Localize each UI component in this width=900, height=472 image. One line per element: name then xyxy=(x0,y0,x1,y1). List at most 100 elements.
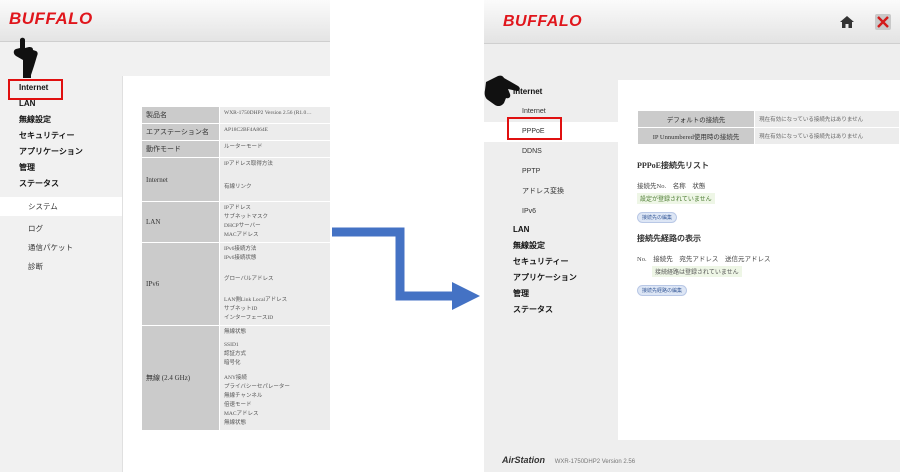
table-row: IPv6 IPv6接続方法 IPv6接続状態 グローバルアドレス LAN側Lin… xyxy=(141,242,330,326)
col-state: 状態 xyxy=(692,183,706,190)
right-screenshot: BUFFALO Internet Internet PPPoE DDNS PPT… xyxy=(484,0,900,472)
sidebar-item-lan[interactable]: LAN xyxy=(484,222,620,238)
pppoe-list-empty: 設定が登録されていません xyxy=(637,193,715,204)
route-header: No. 接続先 宛先アドレス 送信元アドレス xyxy=(637,253,775,263)
product-name-key: 製品名 xyxy=(141,106,220,124)
col-name: 名称 xyxy=(672,183,686,190)
ipv6-state: IPv6接続状態 xyxy=(224,255,257,261)
internet-key: Internet xyxy=(141,157,220,202)
table-row: IP Unnumbered使用時の接続先 現在有効になっている接続先はありません xyxy=(636,127,900,145)
left-screenshot: BUFFALO Internet LAN 無線設定 セキュリティー アプリケーシ… xyxy=(0,0,330,472)
footer-model: WXR-1750DHP2 Version 2.56 xyxy=(554,459,636,465)
default-connection-table: デフォルトの接続先 現在有効になっている接続先はありません IP Unnumbe… xyxy=(636,110,900,145)
wireless-state-2: 無線状態 xyxy=(224,420,247,426)
wireless-any: ANY接続 xyxy=(224,375,247,381)
col-dest-address: 宛先アドレス xyxy=(679,256,719,263)
mode-value: ルーターモード xyxy=(219,140,330,158)
lan-dhcp: DHCPサーバー xyxy=(224,223,261,229)
sidebar-subitem-nat[interactable]: アドレス変換 xyxy=(484,182,620,202)
internet-values: IPアドレス取得方法 有線リンク xyxy=(219,157,330,202)
wireless-auth: 認証方式 xyxy=(224,351,247,357)
wireless-values: 無線状態 SSID1 認証方式 暗号化 ANY接続 プライバシーセパレーター 無… xyxy=(219,325,330,431)
status-content: 製品名 WXR-1750DHP2 Version 2.56 (R1.0… エアス… xyxy=(122,76,330,472)
table-row: エアステーション名 AP18C2BF4A864E xyxy=(141,123,330,141)
sidebar-nav: Internet LAN 無線設定 セキュリティー アプリケーション 管理 ステ… xyxy=(0,80,125,276)
lan-ip: IPアドレス xyxy=(224,205,251,211)
wireless-mac: MACアドレス xyxy=(224,411,259,417)
sidebar-subitem-packets[interactable]: 通信パケット xyxy=(0,238,125,257)
ipv6-global: グローバルアドレス xyxy=(224,276,274,282)
buffalo-logo: BUFFALO xyxy=(9,9,93,28)
buffalo-logo: BUFFALO xyxy=(503,13,583,30)
sidebar-item-application[interactable]: アプリケーション xyxy=(484,270,620,286)
highlight-box-internet xyxy=(8,79,63,100)
sidebar-item-admin[interactable]: 管理 xyxy=(484,286,620,302)
table-row: デフォルトの接続先 現在有効になっている接続先はありません xyxy=(636,110,900,128)
sidebar-item-application[interactable]: アプリケーション xyxy=(0,144,125,160)
ipv6-interface-id: インターフェースID xyxy=(224,315,274,321)
ipv6-key: IPv6 xyxy=(141,242,220,326)
unnumbered-connection-value: 現在有効になっている接続先はありません xyxy=(754,127,900,145)
pppoe-list-title: PPPoE接続先リスト xyxy=(637,161,709,170)
header-bar: BUFFALO xyxy=(484,0,900,44)
system-status-table: 製品名 WXR-1750DHP2 Version 2.56 (R1.0… エアス… xyxy=(141,106,330,431)
sidebar-item-status[interactable]: ステータス xyxy=(484,302,620,318)
ipv6-subnet-id: サブネットID xyxy=(224,306,258,312)
airstation-name-value: AP18C2BF4A864E xyxy=(219,123,330,141)
edit-route-button[interactable]: 接続先経路の編集 xyxy=(637,285,688,296)
sidebar-subitem-ddns[interactable]: DDNS xyxy=(484,142,620,162)
ipv6-linklocal: LAN側Link Localアドレス xyxy=(224,297,288,303)
close-icon[interactable] xyxy=(875,14,891,30)
wireless-state: 無線状態 xyxy=(224,329,247,335)
wireless-double: 倍速モード xyxy=(224,402,252,408)
wireless-ssid: SSID1 xyxy=(224,342,239,348)
col-conn-no: 接続先No. xyxy=(637,183,667,190)
wireless-key: 無線 (2.4 GHz) xyxy=(141,325,220,431)
col-source-address: 送信元アドレス xyxy=(724,256,771,263)
sidebar-subitem-diagnostics[interactable]: 診断 xyxy=(0,257,125,276)
pointing-hand-icon xyxy=(484,75,520,107)
pointing-hand-icon xyxy=(13,37,38,78)
sidebar-subitem-ipv6[interactable]: IPv6 xyxy=(484,202,620,222)
table-row: 無線 (2.4 GHz) 無線状態 SSID1 認証方式 暗号化 ANY接続 プ… xyxy=(141,325,330,431)
transition-arrow-icon xyxy=(332,227,480,310)
lan-subnet: サブネットマスク xyxy=(224,214,269,220)
sidebar-item-wireless[interactable]: 無線設定 xyxy=(484,238,620,254)
mode-key: 動作モード xyxy=(141,140,220,158)
sidebar-item-wireless[interactable]: 無線設定 xyxy=(0,112,125,128)
route-title: 接続先経路の表示 xyxy=(637,234,701,243)
unnumbered-connection-key: IP Unnumbered使用時の接続先 xyxy=(636,127,756,145)
sidebar-subitem-log[interactable]: ログ xyxy=(0,219,125,238)
pppoe-list-header: 接続先No. 名称 状態 xyxy=(637,180,710,190)
ipv6-method: IPv6接続方法 xyxy=(224,246,257,252)
ipv6-values: IPv6接続方法 IPv6接続状態 グローバルアドレス LAN側Link Loc… xyxy=(219,242,330,326)
wireless-channel: 無線チャンネル xyxy=(224,393,263,399)
sidebar-item-status[interactable]: ステータス xyxy=(0,176,125,192)
internet-wired-link: 有線リンク xyxy=(224,184,252,190)
sidebar-item-security[interactable]: セキュリティー xyxy=(0,128,125,144)
edit-connection-button[interactable]: 接続先の編集 xyxy=(637,212,678,223)
lan-key: LAN xyxy=(141,201,220,243)
airstation-name-key: エアステーション名 xyxy=(141,123,220,141)
table-row: 製品名 WXR-1750DHP2 Version 2.56 (R1.0… xyxy=(141,106,330,124)
sidebar-item-admin[interactable]: 管理 xyxy=(0,160,125,176)
lan-values: IPアドレス サブネットマスク DHCPサーバー MACアドレス xyxy=(219,201,330,243)
airstation-logo: AirStation xyxy=(502,455,546,465)
table-row: LAN IPアドレス サブネットマスク DHCPサーバー MACアドレス xyxy=(141,201,330,243)
wireless-privacy: プライバシーセパレーター xyxy=(224,384,290,390)
sidebar-subitem-system[interactable]: システム xyxy=(0,197,125,216)
footer: AirStation WXR-1750DHP2 Version 2.56 xyxy=(502,455,635,465)
lan-mac: MACアドレス xyxy=(224,232,259,238)
sidebar-item-security[interactable]: セキュリティー xyxy=(484,254,620,270)
default-connection-key: デフォルトの接続先 xyxy=(636,110,756,128)
table-row: Internet IPアドレス取得方法 有線リンク xyxy=(141,157,330,202)
route-empty: 接続経路は登録されていません xyxy=(652,266,742,277)
internet-ip-method: IPアドレス取得方法 xyxy=(224,161,273,167)
col-no: No. xyxy=(637,256,647,263)
default-connection-value: 現在有効になっている接続先はありません xyxy=(754,110,900,128)
sidebar-subitem-pptp[interactable]: PPTP xyxy=(484,162,620,182)
pppoe-content: デフォルトの接続先 現在有効になっている接続先はありません IP Unnumbe… xyxy=(618,80,900,440)
header-bar: BUFFALO xyxy=(0,0,330,42)
home-icon[interactable] xyxy=(839,14,855,30)
wireless-encryption: 暗号化 xyxy=(224,360,241,366)
